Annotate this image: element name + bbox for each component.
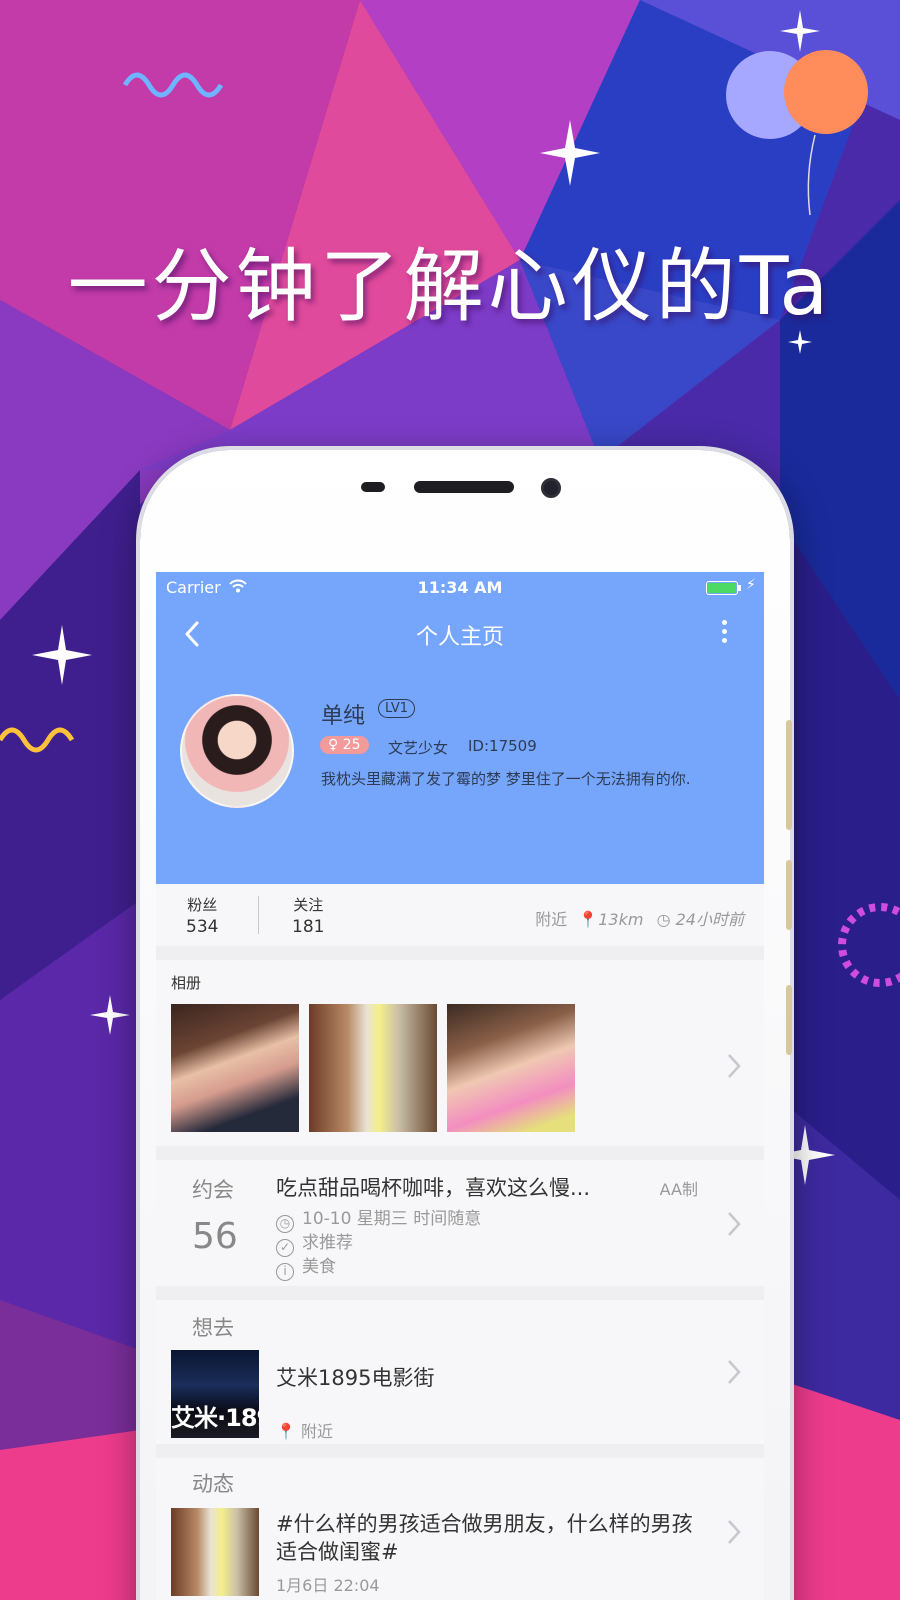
profile-tag: 文艺少女 xyxy=(388,739,449,757)
moment-thumbnail[interactable] xyxy=(171,1508,259,1596)
album-photo[interactable] xyxy=(171,1004,299,1132)
info-icon: i xyxy=(276,1263,294,1281)
battery-icon xyxy=(706,581,741,595)
profile-bio: 我枕头里藏满了发了霉的梦 梦里住了一个无法拥有的你. xyxy=(321,770,691,788)
fans-label: 粉丝 xyxy=(187,896,218,914)
chevron-right-icon[interactable] xyxy=(726,1358,742,1386)
page-title: 个人主页 xyxy=(415,625,504,650)
front-camera xyxy=(541,478,561,498)
phone-volume-button xyxy=(786,985,792,1055)
date-event-title: 吃点甜品喝杯咖啡，喜欢这么慢... xyxy=(276,1176,591,1200)
status-bar: Carrier 11:34 AM ⚡ xyxy=(156,572,764,602)
nav-bar: 个人主页 xyxy=(156,602,764,662)
place-thumbnail[interactable]: 艾米·189 xyxy=(171,1350,259,1438)
phone-volume-button xyxy=(786,860,792,930)
date-event-count: 56 xyxy=(192,1216,238,1257)
want-to-go-section[interactable]: 想去 艾米·189 艾米1895电影街 📍 附近 xyxy=(156,1300,764,1444)
date-event-label: 约会 xyxy=(192,1178,234,1202)
avatar[interactable] xyxy=(180,694,294,808)
app-screen: Carrier 11:34 AM ⚡ 个人主页 单纯 LV1 ♀ 25 文艺少女… xyxy=(156,572,764,1600)
location-pin-icon: 📍 xyxy=(578,910,599,929)
date-event-section[interactable]: 约会 56 吃点甜品喝杯咖啡，喜欢这么慢... AA制 ◷ 10-10 星期三 时… xyxy=(156,1160,764,1286)
more-options-icon[interactable] xyxy=(716,616,732,650)
album-title: 相册 xyxy=(171,974,202,992)
album-photo[interactable] xyxy=(309,1004,437,1132)
chevron-right-icon[interactable] xyxy=(726,1210,742,1238)
album-photo[interactable] xyxy=(447,1004,575,1132)
fans-stat[interactable]: 粉丝 534 xyxy=(186,894,218,937)
last-active: 24小时前 xyxy=(675,910,744,929)
moments-label: 动态 xyxy=(192,1472,234,1496)
place-name: 艾米1895电影街 xyxy=(276,1366,435,1390)
payment-type: AA制 xyxy=(659,1180,698,1199)
date-category-row: i 美食 xyxy=(276,1252,336,1281)
moment-text: #什么样的男孩适合做男朋友，什么样的男孩适合做闺蜜# xyxy=(276,1512,693,1564)
distance-value: 13km xyxy=(598,910,644,929)
level-badge: LV1 xyxy=(378,699,415,718)
follow-stat[interactable]: 关注 181 xyxy=(292,894,324,937)
phone-side-button xyxy=(786,720,792,830)
profile-header: Carrier 11:34 AM ⚡ 个人主页 单纯 LV1 ♀ 25 文艺少女… xyxy=(156,572,764,884)
location-pin-icon: 📍 xyxy=(276,1422,296,1441)
location-info: 附近 📍13km ◷ 24小时前 xyxy=(535,906,744,930)
chevron-right-icon[interactable] xyxy=(726,1052,742,1080)
date-venue: 求推荐 xyxy=(302,1233,353,1253)
want-to-go-label: 想去 xyxy=(192,1316,234,1340)
promo-headline: 一分钟了解心仪的Ta xyxy=(67,240,833,333)
date-time: 10-10 星期三 时间随意 xyxy=(302,1209,482,1229)
follow-label: 关注 xyxy=(293,896,324,914)
stats-divider xyxy=(258,896,259,934)
clock-icon: ◷ xyxy=(656,910,671,929)
chevron-right-icon[interactable] xyxy=(726,1518,742,1546)
moments-section[interactable]: 动态 #什么样的男孩适合做男朋友，什么样的男孩适合做闺蜜# 1月6日 22:04 xyxy=(156,1458,764,1600)
phone-sensor xyxy=(361,482,385,492)
follow-count: 181 xyxy=(292,917,325,937)
place-location-text: 附近 xyxy=(301,1422,334,1441)
place-thumbnail-text: 艾米·189 xyxy=(171,1404,259,1432)
moment-date: 1月6日 22:04 xyxy=(276,1576,380,1595)
fans-count: 534 xyxy=(186,917,219,937)
date-category: 美食 xyxy=(302,1257,336,1277)
gender-age-badge: ♀ 25 xyxy=(320,736,369,754)
profile-id: ID:17509 xyxy=(468,737,537,755)
place-location: 📍 附近 xyxy=(276,1418,333,1442)
profile-name: 单纯 xyxy=(321,704,366,729)
phone-earpiece xyxy=(414,481,514,493)
stats-bar: 粉丝 534 关注 181 附近 📍13km ◷ 24小时前 xyxy=(156,884,764,946)
charging-icon: ⚡ xyxy=(746,577,756,593)
nearby-label: 附近 xyxy=(535,910,568,929)
status-time: 11:34 AM xyxy=(417,578,503,597)
album-section[interactable]: 相册 xyxy=(156,960,764,1146)
